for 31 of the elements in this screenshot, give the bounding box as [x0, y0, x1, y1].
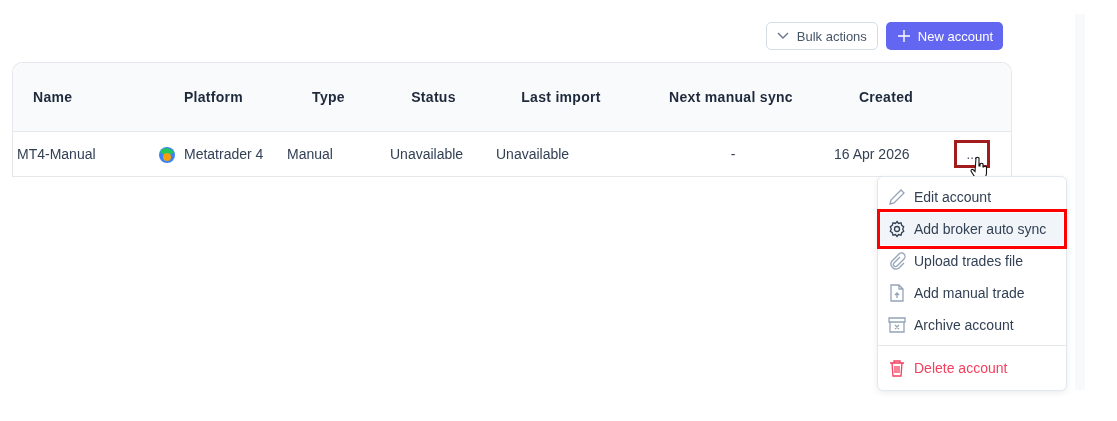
trash-icon: [888, 359, 906, 377]
column-header: Created: [857, 89, 915, 105]
column-header: Status: [410, 89, 457, 105]
plus-icon: [897, 30, 910, 42]
column-header: Name: [32, 89, 74, 105]
table-cell: 16 Apr 2026: [834, 146, 910, 162]
file-icon: [888, 284, 906, 302]
column-header: Platform: [182, 89, 245, 105]
menu-item[interactable]: Upload trades file: [884, 245, 1060, 277]
new-account-button[interactable]: New account: [885, 22, 1003, 50]
table-cell: MT4-Manual: [17, 146, 96, 162]
more-button[interactable]: ...: [954, 140, 990, 168]
chevron-down-icon: [776, 32, 789, 40]
pencil-icon: [888, 188, 906, 206]
menu-item[interactable]: Add manual trade: [884, 277, 1060, 309]
table-cell: -: [730, 146, 736, 162]
archive-icon: [888, 316, 906, 334]
table-cell: Unavailable: [496, 146, 570, 162]
paperclip-icon: [888, 252, 906, 270]
bulk-actions-button[interactable]: Bulk actions: [765, 22, 878, 50]
table-cell: Manual: [287, 146, 333, 162]
gear-icon: [888, 220, 906, 238]
column-header: Next manual sync: [668, 89, 794, 105]
menu-item[interactable]: Delete account: [884, 350, 1060, 386]
column-header: Last import: [520, 89, 602, 105]
column-header: Type: [311, 89, 346, 105]
menu-item[interactable]: Edit account: [884, 181, 1060, 213]
globe-icon: [157, 144, 177, 164]
menu-item[interactable]: Archive account: [884, 309, 1060, 341]
table-cell: Metatrader 4: [184, 146, 264, 162]
table-cell: Unavailable: [390, 146, 464, 162]
